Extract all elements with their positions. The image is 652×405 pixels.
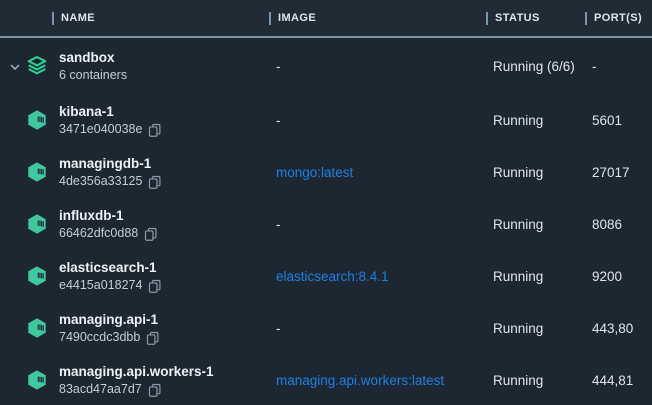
container-icon [26,213,48,235]
column-divider [52,12,54,25]
container-name: elasticsearch-1 [59,259,269,277]
stack-container-count: 6 containers [59,67,127,84]
column-header-image[interactable]: IMAGE [269,0,486,36]
name-cell: managingdb-1 4de356a33125 [0,146,269,198]
name-cell: elasticsearch-1 e4415a018274 [0,250,269,302]
name-cell: kibana-1 3471e040038e [0,94,269,146]
table-row-kibana-1[interactable]: kibana-1 3471e040038e - Running 5601 [0,94,652,146]
table-row-influxdb-1[interactable]: influxdb-1 66462dfc0d88 - Running 8086 [0,198,652,250]
column-header-label: NAME [61,12,95,24]
ports-cell: 444,81 [585,354,652,405]
table-row-sandbox[interactable]: sandbox 6 containers - Running (6/6) - [0,38,652,94]
compose-stack-icon [26,55,48,77]
image-cell: - [269,94,486,146]
ports-cell: 8086 [585,198,652,250]
image-cell: - [269,38,486,94]
copy-icon[interactable] [146,331,159,345]
copy-icon[interactable] [144,227,157,241]
ports-cell: 5601 [585,94,652,146]
container-id: 7490ccdc3dbb [59,329,140,346]
stack-name: sandbox [59,49,269,67]
container-name: kibana-1 [59,103,269,121]
container-name: managing.api.workers-1 [59,363,269,381]
table-header: NAME IMAGE STATUS PORT(S) [0,0,652,38]
container-name: managingdb-1 [59,155,269,173]
column-divider [269,12,271,25]
column-header-label: PORT(S) [594,12,642,24]
image-link[interactable]: elasticsearch:8.4.1 [269,250,486,302]
column-header-label: IMAGE [278,12,316,24]
status-cell: Running [486,198,585,250]
name-cell: managing.api.workers-1 83acd47aa7d7 [0,354,269,405]
copy-icon[interactable] [148,279,161,293]
status-cell: Running [486,94,585,146]
table-row-elasticsearch-1[interactable]: elasticsearch-1 e4415a018274 elasticsear… [0,250,652,302]
copy-icon[interactable] [148,175,161,189]
status-cell: Running [486,250,585,302]
column-header-label: STATUS [495,12,540,24]
status-cell: Running [486,354,585,405]
ports-cell: 9200 [585,250,652,302]
container-id: 83acd47aa7d7 [59,381,142,398]
container-id: 66462dfc0d88 [59,225,138,242]
container-name: influxdb-1 [59,207,269,225]
chevron-down-icon[interactable] [9,60,21,72]
container-id: 3471e040038e [59,121,142,138]
ports-cell: 27017 [585,146,652,198]
table-row-managing-api-workers-1[interactable]: managing.api.workers-1 83acd47aa7d7 mana… [0,354,652,405]
column-header-status[interactable]: STATUS [486,0,585,36]
table-row-managingdb-1[interactable]: managingdb-1 4de356a33125 mongo:latest R… [0,146,652,198]
column-header-name[interactable]: NAME [0,0,269,36]
container-icon [26,317,48,339]
image-cell: - [269,302,486,354]
name-cell: managing.api-1 7490ccdc3dbb [0,302,269,354]
container-id: 4de356a33125 [59,173,142,190]
ports-cell: 443,80 [585,302,652,354]
container-icon [26,265,48,287]
ports-cell: - [585,38,652,94]
container-icon [26,161,48,183]
image-cell: - [269,198,486,250]
column-divider [486,12,488,25]
container-id: e4415a018274 [59,277,142,294]
image-link[interactable]: mongo:latest [269,146,486,198]
table-row-managing-api-1[interactable]: managing.api-1 7490ccdc3dbb - Running 44… [0,302,652,354]
containers-table: NAME IMAGE STATUS PORT(S) [0,0,652,405]
container-icon [26,369,48,391]
column-header-ports[interactable]: PORT(S) [585,0,652,36]
image-link[interactable]: managing.api.workers:latest [269,354,486,405]
container-icon [26,109,48,131]
copy-icon[interactable] [148,123,161,137]
name-cell: sandbox 6 containers [0,38,269,94]
name-cell: influxdb-1 66462dfc0d88 [0,198,269,250]
status-cell: Running [486,146,585,198]
status-cell: Running (6/6) [486,38,585,94]
status-cell: Running [486,302,585,354]
copy-icon[interactable] [148,383,161,397]
container-name: managing.api-1 [59,311,269,329]
column-divider [585,12,587,25]
